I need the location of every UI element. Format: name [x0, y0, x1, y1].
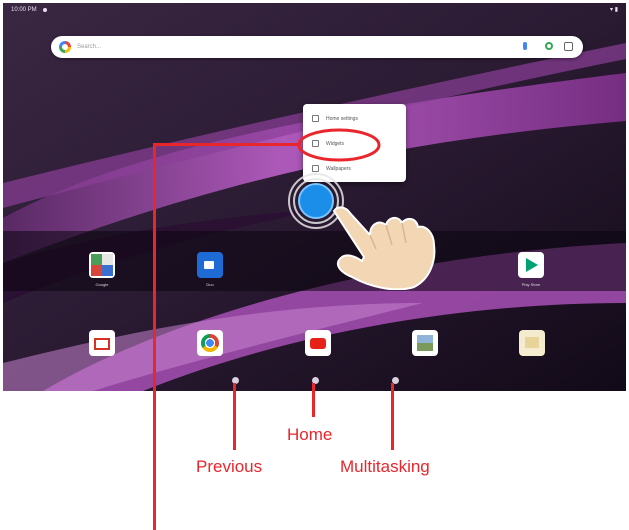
pointing-hand-icon: [332, 206, 436, 290]
search-bar[interactable]: Search...: [51, 36, 583, 58]
files-icon: [519, 330, 545, 356]
app-label: Duo: [206, 282, 214, 287]
gmail-icon: [89, 330, 115, 356]
callout-label-multitasking: Multitasking: [340, 457, 430, 476]
highlight-ellipse: [297, 128, 381, 162]
app-play-store[interactable]: Play Store: [511, 252, 551, 298]
app-files[interactable]: [512, 330, 552, 376]
callout-line-widgets-horizontal: [153, 143, 299, 146]
mic-icon[interactable]: [523, 42, 527, 50]
app-duo[interactable]: Duo: [190, 252, 230, 298]
app-youtube[interactable]: [298, 330, 338, 376]
ai-mode-icon[interactable]: [564, 42, 573, 51]
chrome-icon: [197, 330, 223, 356]
callout-line-previous: [233, 383, 236, 450]
search-placeholder: Search...: [77, 44, 102, 50]
callout-label-previous: Previous: [196, 457, 263, 476]
app-photos[interactable]: [405, 330, 445, 376]
photos-icon: [412, 330, 438, 356]
app-gmail[interactable]: [82, 330, 122, 376]
app-label: Play Store: [521, 282, 541, 287]
status-icons: ▾ ▮: [610, 7, 618, 13]
app-chrome[interactable]: [190, 330, 230, 376]
wallpaper-icon: [312, 165, 319, 172]
callout-line-multitasking: [391, 383, 394, 450]
play-store-icon: [518, 252, 544, 278]
callout-line-home: [312, 383, 315, 417]
app-google[interactable]: Google: [82, 252, 122, 298]
lens-icon[interactable]: [545, 42, 553, 50]
settings-icon: [312, 115, 319, 122]
notification-dot-icon: [43, 8, 47, 12]
youtube-icon: [305, 330, 331, 356]
callout-label-home: Home: [287, 425, 333, 444]
google-g-icon: [59, 41, 71, 53]
duo-icon: [197, 252, 223, 278]
status-time: 10:00 PM: [11, 7, 37, 13]
app-label: Google: [95, 282, 109, 287]
gallery-icon: [89, 252, 115, 278]
callout-line-widgets: [153, 143, 156, 530]
status-bar: 10:00 PM ▾ ▮: [3, 3, 626, 17]
